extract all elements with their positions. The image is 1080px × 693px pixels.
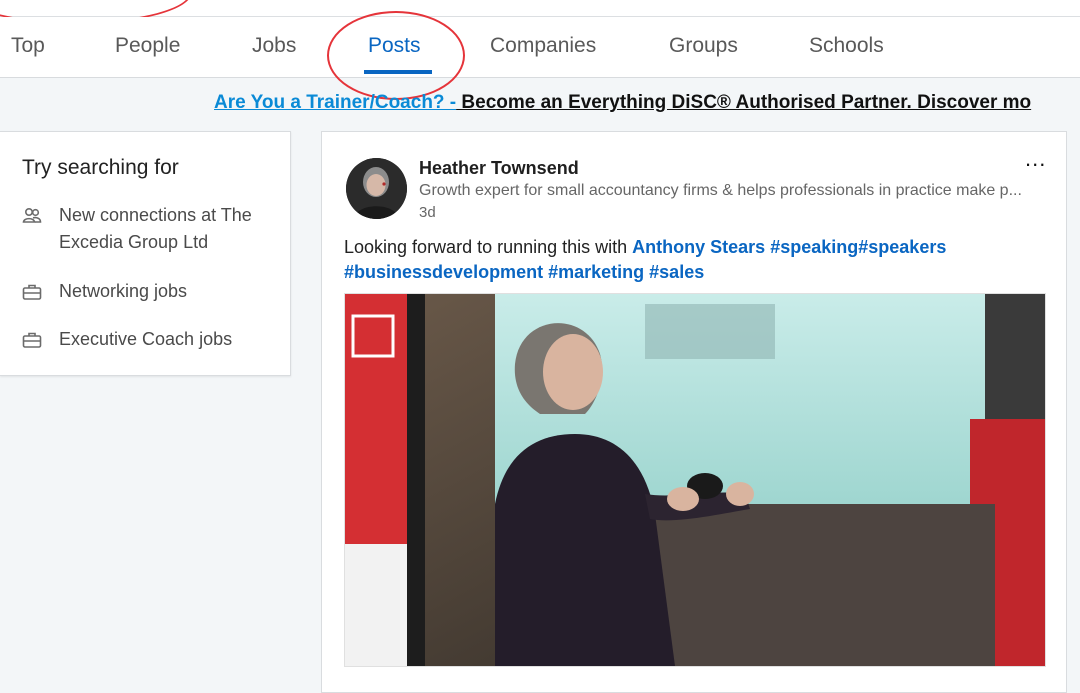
tab-groups[interactable]: Groups [669,34,738,58]
promo-text[interactable]: Become an Everything DiSC® Authorised Pa… [456,92,1031,113]
hashtag-link[interactable]: #sales [649,262,704,282]
suggestion-item[interactable]: New connections at The Excedia Group Ltd [22,202,292,256]
post-text: Looking forward to running this with Ant… [344,235,1044,285]
more-options-icon[interactable]: ... [1025,146,1046,172]
tab-top[interactable]: Top [11,34,45,58]
suggestion-label: New connections at The Excedia Group Ltd [59,205,252,252]
panel-title: Try searching for [22,156,179,179]
tab-companies[interactable]: Companies [490,34,596,58]
suggestion-item[interactable]: Executive Coach jobs [22,326,292,353]
tab-jobs[interactable]: Jobs [252,34,296,58]
post-text-prefix: Looking forward to running this with [344,237,633,257]
avatar[interactable] [346,158,407,219]
post-card: Heather Townsend Growth expert for small… [321,131,1067,693]
tab-people[interactable]: People [115,34,180,58]
tab-posts[interactable]: Posts [368,34,421,58]
suggestion-label: Networking jobs [59,281,188,301]
mention-link[interactable]: Anthony Stears [632,237,765,257]
tab-schools[interactable]: Schools [809,34,884,58]
post-photo-illustration [345,294,1045,666]
post-image[interactable] [344,293,1046,667]
post-age: 3d [419,204,436,221]
search-filter-tabs: Top People Jobs Posts Companies Groups S… [0,17,1080,78]
post-author-headline: Growth expert for small accountancy firm… [419,182,1022,199]
active-tab-indicator [364,70,432,74]
search-bar-area [0,0,1080,17]
hashtag-link[interactable]: #businessdevelopment [344,262,543,282]
search-suggestions-panel: Try searching for New connections at The… [0,131,291,376]
promo-link[interactable]: Are You a Trainer/Coach? - [214,92,456,113]
briefcase-icon [22,284,42,300]
post-author-name[interactable]: Heather Townsend [419,158,579,179]
briefcase-icon [22,332,42,348]
suggestion-label: Executive Coach jobs [59,329,233,349]
hashtag-link[interactable]: #speakers [858,237,946,257]
promo-banner: Are You a Trainer/Coach? - Become an Eve… [214,92,1031,114]
suggestion-item[interactable]: Networking jobs [22,278,292,305]
hashtag-link[interactable]: #speaking [770,237,858,257]
people-icon [22,207,42,223]
hashtag-link[interactable]: #marketing [548,262,644,282]
